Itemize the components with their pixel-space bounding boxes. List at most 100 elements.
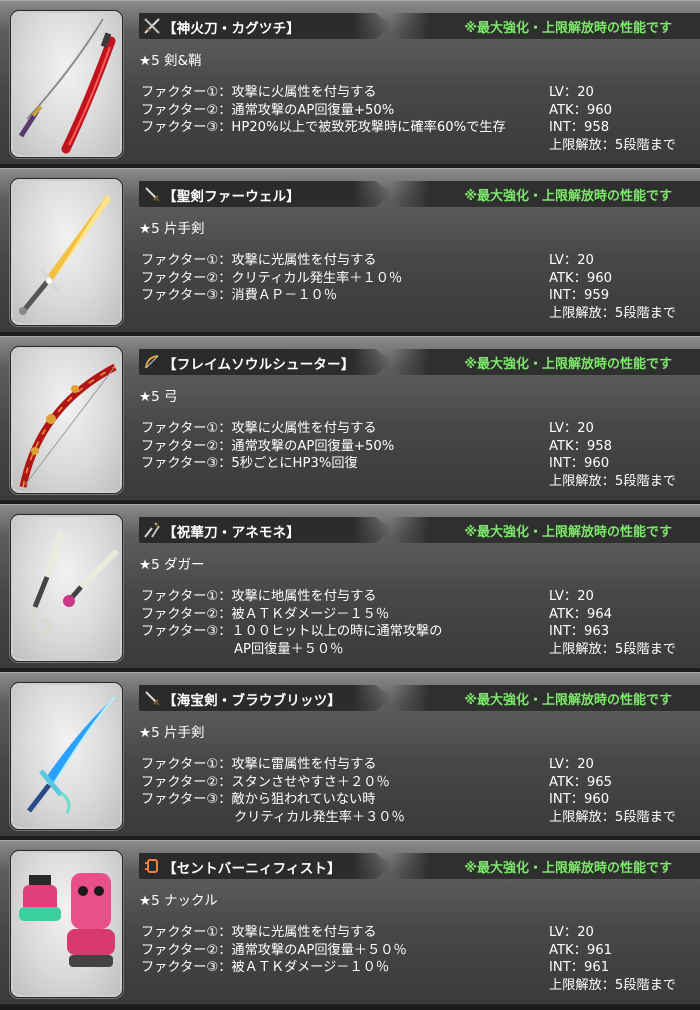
factor-list: ファクター①：攻撃に火属性を付与する ファクター②：通常攻撃のAP回復量+50%…: [141, 420, 394, 473]
stat-int: INT：961: [549, 960, 610, 975]
notice-bar: ※最大強化・上限解放時の性能です: [392, 517, 700, 543]
weapon-title-bar: 【祝華刀・アネモネ】: [139, 517, 391, 543]
factor-1: ファクター①：攻撃に地属性を付与する: [141, 589, 377, 604]
knuckle-icon: [145, 859, 158, 873]
stat-list: LV：20 ATK：960 INT：959 上限解放：5段階まで: [549, 252, 676, 322]
weapon-name: 【海宝剣・ブラウブリッツ】: [163, 693, 342, 709]
limit-break: 上限解放：5段階まで: [549, 137, 677, 153]
limit-break: 上限解放：5段階まで: [549, 977, 677, 993]
factor-2: ファクター②：被ＡＴＫダメージ－１５％: [141, 606, 390, 622]
weapon-title-bar: 【聖剣ファーウェル】: [139, 181, 391, 207]
weapon-image-bow: [10, 346, 123, 494]
weapon-title-bar: 【海宝剣・ブラウブリッツ】: [139, 685, 391, 711]
stat-list: LV：20 ATK：960 INT：958 上限解放：5段階まで: [549, 84, 676, 154]
notice-bar: ※最大強化・上限解放時の性能です: [392, 685, 700, 711]
notice-bar: ※最大強化・上限解放時の性能です: [392, 349, 700, 375]
notice-bar: ※最大強化・上限解放時の性能です: [392, 853, 700, 879]
stat-lv: LV：20: [549, 85, 594, 100]
stat-lv: LV：20: [549, 253, 594, 268]
notice-bar: ※最大強化・上限解放時の性能です: [392, 181, 700, 207]
weapon-name: 【セントバーニィフィスト】: [163, 861, 341, 877]
weapon-rarity-type: ★5 ナックル: [139, 893, 218, 909]
weapon-card: 【神火刀・カグツチ】 ※最大強化・上限解放時の性能です ★5 剣&鞘 ファクター…: [0, 0, 700, 166]
factor-3-continuation: クリティカル発生率＋３０％: [234, 809, 405, 825]
weapon-title-bar: 【セントバーニィフィスト】: [139, 853, 391, 879]
stat-int: INT：960: [549, 792, 610, 807]
weapon-rarity-type: ★5 剣&鞘: [139, 53, 202, 69]
weapon-card: 【海宝剣・ブラウブリッツ】 ※最大強化・上限解放時の性能です ★5 片手剣 ファ…: [0, 672, 700, 838]
weapon-name: 【フレイムソウルシューター】: [163, 357, 355, 373]
stat-atk: ATK：964: [549, 606, 613, 622]
stat-int: INT：959: [549, 288, 610, 303]
max-enhance-notice: ※最大強化・上限解放時の性能です: [464, 189, 672, 204]
stat-int: INT：963: [549, 624, 610, 639]
weapon-image-katana: [10, 10, 123, 158]
factor-3: ファクター③：消費ＡＰ－１０％: [141, 288, 337, 303]
stat-atk: ATK：958: [549, 438, 613, 454]
limit-break: 上限解放：5段階まで: [549, 641, 677, 657]
factor-1: ファクター①：攻撃に雷属性を付与する: [141, 757, 377, 772]
factor-2: ファクター②：通常攻撃のAP回復量＋５０％: [141, 942, 407, 958]
factor-2: ファクター②：通常攻撃のAP回復量+50%: [141, 102, 395, 118]
weapon-name: 【神火刀・カグツチ】: [163, 21, 300, 37]
one-hand-sword-icon: [145, 187, 160, 202]
weapon-rarity-type: ★5 片手剣: [139, 221, 205, 237]
weapon-card: 【祝華刀・アネモネ】 ※最大強化・上限解放時の性能です ★5 ダガー ファクター…: [0, 504, 700, 670]
weapon-rarity-type: ★5 ダガー: [139, 557, 205, 573]
weapon-rarity-type: ★5 弓: [139, 389, 178, 405]
factor-3: ファクター③：5秒ごとにHP3%回復: [141, 456, 358, 471]
weapon-title-bar: 【神火刀・カグツチ】: [139, 13, 391, 39]
factor-1: ファクター①：攻撃に火属性を付与する: [141, 85, 377, 100]
limit-break: 上限解放：5段階まで: [549, 305, 677, 321]
factor-list: ファクター①：攻撃に雷属性を付与する ファクター②：スタンさせやすさ＋２０％ フ…: [141, 756, 405, 826]
stat-int: INT：960: [549, 456, 610, 471]
stat-list: LV：20 ATK：958 INT：960 上限解放：5段階まで: [549, 420, 676, 490]
dagger-icon: [144, 522, 160, 538]
limit-break: 上限解放：5段階まで: [549, 473, 677, 489]
stat-lv: LV：20: [549, 421, 594, 436]
factor-1: ファクター①：攻撃に光属性を付与する: [141, 925, 377, 940]
weapon-list: 【神火刀・カグツチ】 ※最大強化・上限解放時の性能です ★5 剣&鞘 ファクター…: [0, 0, 700, 1010]
factor-1: ファクター①：攻撃に火属性を付与する: [141, 421, 377, 436]
factor-list: ファクター①：攻撃に光属性を付与する ファクター②：通常攻撃のAP回復量＋５０％…: [141, 924, 407, 977]
factor-2: ファクター②：クリティカル発生率＋１０％: [141, 270, 403, 286]
weapon-card: 【聖剣ファーウェル】 ※最大強化・上限解放時の性能です ★5 片手剣 ファクター…: [0, 168, 700, 334]
stat-lv: LV：20: [549, 589, 594, 604]
max-enhance-notice: ※最大強化・上限解放時の性能です: [464, 525, 672, 540]
factor-3-continuation: AP回復量＋５０％: [234, 641, 344, 657]
weapon-rarity-type: ★5 片手剣: [139, 725, 205, 741]
factor-3: ファクター③：敵から狙われていない時: [141, 792, 376, 807]
weapon-card: 【フレイムソウルシューター】 ※最大強化・上限解放時の性能です ★5 弓 ファク…: [0, 336, 700, 502]
limit-break: 上限解放：5段階まで: [549, 809, 677, 825]
max-enhance-notice: ※最大強化・上限解放時の性能です: [464, 861, 672, 876]
factor-3: ファクター③：１００ヒット以上の時に通常攻撃の: [141, 624, 443, 639]
max-enhance-notice: ※最大強化・上限解放時の性能です: [464, 357, 672, 372]
stat-list: LV：20 ATK：965 INT：960 上限解放：5段階まで: [549, 756, 676, 826]
weapon-card: 【セントバーニィフィスト】 ※最大強化・上限解放時の性能です ★5 ナックル フ…: [0, 840, 700, 1006]
weapon-title-bar: 【フレイムソウルシューター】: [139, 349, 391, 375]
factor-list: ファクター①：攻撃に地属性を付与する ファクター②：被ＡＴＫダメージ－１５％ フ…: [141, 588, 442, 658]
weapon-image-knuckle: [10, 850, 123, 998]
one-hand-sword-icon: [145, 691, 160, 706]
stat-lv: LV：20: [549, 757, 594, 772]
factor-2: ファクター②：通常攻撃のAP回復量+50%: [141, 438, 395, 454]
stat-list: LV：20 ATK：961 INT：961 上限解放：5段階まで: [549, 924, 676, 994]
stat-list: LV：20 ATK：964 INT：963 上限解放：5段階まで: [549, 588, 676, 658]
weapon-image-dagger: [10, 514, 123, 662]
stat-atk: ATK：960: [549, 102, 613, 118]
factor-1: ファクター①：攻撃に光属性を付与する: [141, 253, 377, 268]
stat-int: INT：958: [549, 120, 610, 135]
stat-atk: ATK：961: [549, 942, 613, 958]
notice-bar: ※最大強化・上限解放時の性能です: [392, 13, 700, 39]
bow-icon: [145, 355, 159, 369]
factor-list: ファクター①：攻撃に光属性を付与する ファクター②：クリティカル発生率＋１０％ …: [141, 252, 402, 305]
stat-lv: LV：20: [549, 925, 594, 940]
weapon-image-holy-sword: [10, 178, 123, 326]
factor-2: ファクター②：スタンさせやすさ＋２０％: [141, 774, 390, 790]
factor-3: ファクター③：被ＡＴＫダメージ－１０％: [141, 960, 390, 975]
factor-list: ファクター①：攻撃に火属性を付与する ファクター②：通常攻撃のAP回復量+50%…: [141, 84, 506, 137]
crossed-swords-icon: [144, 18, 160, 34]
weapon-name: 【聖剣ファーウェル】: [163, 189, 300, 205]
weapon-name: 【祝華刀・アネモネ】: [163, 525, 300, 541]
max-enhance-notice: ※最大強化・上限解放時の性能です: [464, 693, 672, 708]
